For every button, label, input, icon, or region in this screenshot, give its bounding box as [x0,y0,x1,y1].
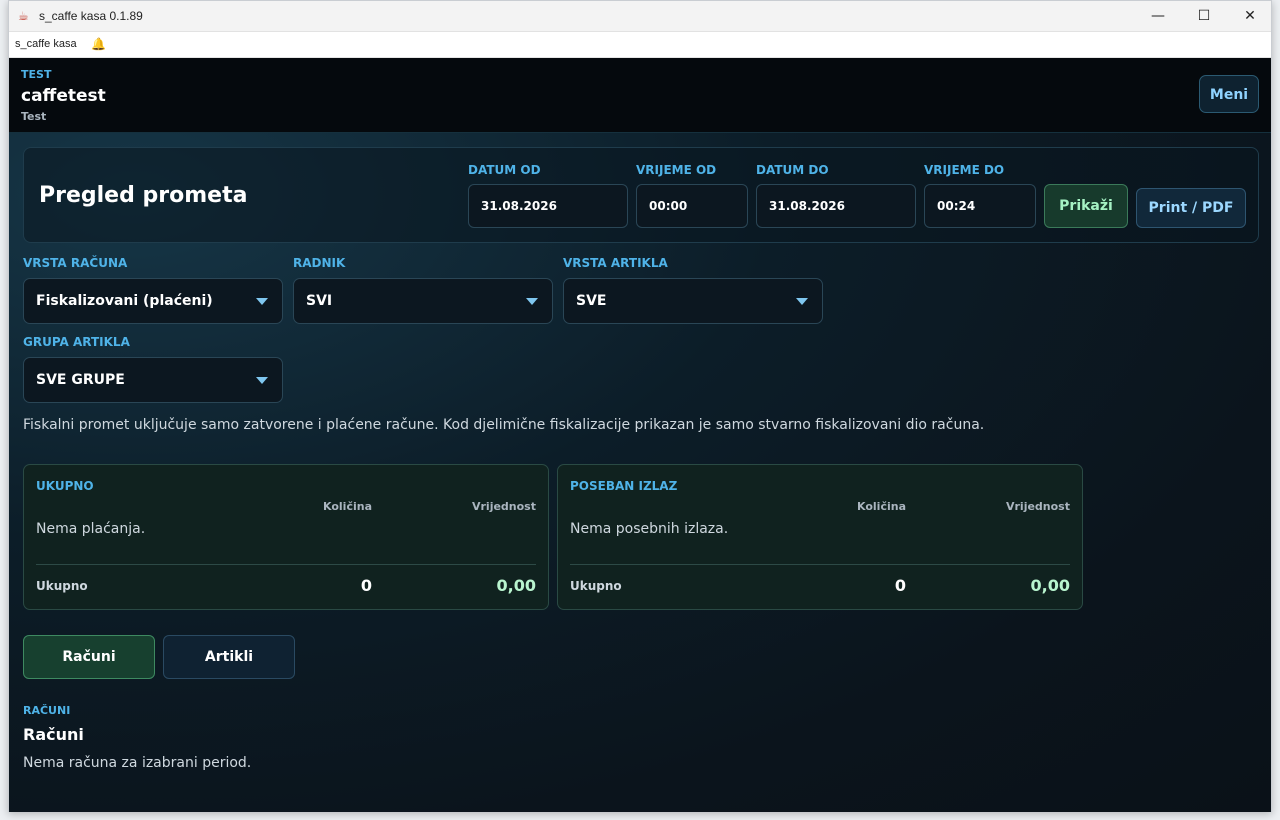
receipt-type-label: VRSTA RAČUNA [23,256,128,270]
quantity-header: Količina [323,500,372,513]
time-to-label: VRIJEME DO [924,163,1005,177]
app-window: ☕ s_caffe kasa 0.1.89 — ☐ ✕ s_caffe kasa… [8,0,1272,812]
time-from-input[interactable]: 00:00 [636,184,748,228]
item-group-value: SVE GRUPE [36,372,125,388]
date-from-label: DATUM OD [468,163,541,177]
total-label: Ukupno [36,579,88,593]
receipts-view-button[interactable]: Računi [23,635,155,679]
date-to-input[interactable]: 31.08.2026 [756,184,916,228]
chevron-down-icon [526,298,538,305]
company-name: caffetest [21,86,106,106]
special-output-card: POSEBAN IZLAZ Količina Vrijednost Nema p… [557,464,1083,610]
item-group-label: GRUPA ARTIKLA [23,335,130,349]
filter-panel: Pregled prometa DATUM OD 31.08.2026 VRIJ… [23,147,1259,243]
chevron-down-icon [256,377,268,384]
total-value: 0,00 [1030,576,1070,595]
item-type-select[interactable]: SVE [563,278,823,324]
card-title: POSEBAN IZLAZ [570,479,678,493]
app-tab-label: s_caffe kasa [15,38,77,50]
total-label: Ukupno [570,579,622,593]
window-title: s_caffe kasa 0.1.89 [39,9,143,23]
receipt-type-select[interactable]: Fiskalizovani (plaćeni) [23,278,283,324]
chevron-down-icon [796,298,808,305]
total-value: 0,00 [496,576,536,595]
value-header: Vrijednost [1005,500,1070,513]
item-type-label: VRSTA ARTIKLA [563,256,668,270]
print-pdf-button[interactable]: Print / PDF [1136,188,1246,228]
empty-payments-text: Nema plaćanja. [36,521,146,537]
date-from-input[interactable]: 31.08.2026 [468,184,628,228]
time-from-label: VRIJEME OD [636,163,717,177]
total-quantity: 0 [894,576,906,595]
quantity-header: Količina [857,500,906,513]
no-receipts-text: Nema računa za izabrani period. [23,755,252,771]
minimize-button[interactable]: — [1135,1,1181,31]
receipt-type-value: Fiskalizovani (plaćeni) [36,293,213,309]
app-content: TEST caffetest Test Meni Pregled prometa… [9,58,1271,812]
total-summary-card: UKUPNO Količina Vrijednost Nema plaćanja… [23,464,549,610]
worker-select[interactable]: SVI [293,278,553,324]
company-subtitle: Test [21,110,47,123]
chevron-down-icon [256,298,268,305]
bell-icon[interactable]: 🔔 [91,37,106,51]
page-title: Pregled prometa [39,183,248,208]
close-button[interactable]: ✕ [1227,1,1273,31]
environment-label: TEST [21,68,52,81]
section-kicker: RAČUNI [23,704,71,717]
item-group-select[interactable]: SVE GRUPE [23,357,283,403]
time-to-input[interactable]: 00:24 [924,184,1036,228]
coffee-icon: ☕ [18,9,29,23]
item-type-value: SVE [576,293,607,309]
show-button[interactable]: Prikaži [1044,184,1128,228]
fiscal-info-text: Fiskalni promet uključuje samo zatvorene… [23,417,985,433]
title-bar: ☕ s_caffe kasa 0.1.89 — ☐ ✕ [9,1,1271,32]
items-view-button[interactable]: Artikli [163,635,295,679]
date-to-label: DATUM DO [756,163,829,177]
worker-label: RADNIK [293,256,346,270]
value-header: Vrijednost [471,500,536,513]
divider [36,564,536,565]
maximize-button[interactable]: ☐ [1181,1,1227,31]
empty-special-text: Nema posebnih izlaza. [570,521,729,537]
card-title: UKUPNO [36,479,94,493]
section-title: Računi [23,725,84,744]
app-header: TEST caffetest Test Meni [9,58,1271,133]
divider [570,564,1070,565]
total-quantity: 0 [360,576,372,595]
app-tab-bar: s_caffe kasa 🔔 [9,32,1271,58]
worker-value: SVI [306,293,333,309]
menu-button[interactable]: Meni [1199,75,1259,113]
